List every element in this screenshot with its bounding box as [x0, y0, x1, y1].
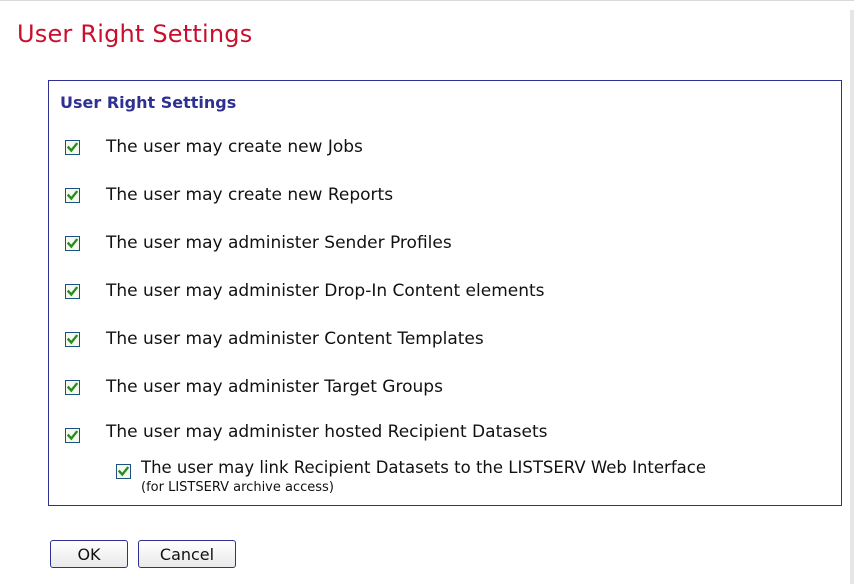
- user-rights-panel: User Right Settings The user may create …: [48, 80, 842, 506]
- option-label: The user may administer Content Template…: [106, 329, 484, 349]
- checkbox-listserv-link[interactable]: [116, 464, 131, 479]
- checkbox-drop-in-content[interactable]: [65, 283, 80, 299]
- checkmark-icon: [67, 237, 78, 248]
- checkbox-recipient-datasets[interactable]: [65, 427, 80, 443]
- checkbox-target-groups[interactable]: [65, 379, 80, 395]
- option-recipient-datasets[interactable]: The user may administer hosted Recipient…: [65, 421, 548, 443]
- option-target-groups[interactable]: The user may administer Target Groups: [65, 376, 443, 398]
- option-label: The user may administer Drop-In Content …: [106, 281, 545, 301]
- option-create-reports[interactable]: The user may create new Reports: [65, 184, 393, 206]
- page-title: User Right Settings: [17, 20, 253, 48]
- checkbox-create-jobs[interactable]: [65, 139, 80, 155]
- checkbox-content-templates[interactable]: [65, 331, 80, 347]
- sub-option-label: The user may link Recipient Datasets to …: [141, 458, 706, 477]
- option-create-jobs[interactable]: The user may create new Jobs: [65, 136, 363, 158]
- checkbox-sender-profiles[interactable]: [65, 235, 80, 251]
- option-label: The user may administer Sender Profiles: [106, 233, 452, 253]
- checkmark-icon: [118, 466, 129, 477]
- checkmark-icon: [67, 333, 78, 344]
- option-content-templates[interactable]: The user may administer Content Template…: [65, 328, 484, 350]
- option-label: The user may create new Reports: [106, 185, 394, 205]
- sub-option-note: (for LISTSERV archive access): [141, 480, 334, 495]
- checkmark-icon: [67, 285, 78, 296]
- option-label: The user may administer hosted Recipient…: [106, 422, 548, 442]
- checkmark-icon: [67, 141, 78, 152]
- checkbox-create-reports[interactable]: [65, 187, 80, 203]
- checkmark-icon: [67, 429, 78, 440]
- checkmark-icon: [67, 189, 78, 200]
- option-label: The user may administer Target Groups: [106, 377, 443, 397]
- option-label: The user may create new Jobs: [106, 137, 363, 157]
- ok-button[interactable]: OK: [50, 540, 128, 568]
- panel-title: User Right Settings: [60, 93, 237, 112]
- cancel-button[interactable]: Cancel: [138, 540, 236, 568]
- option-sender-profiles[interactable]: The user may administer Sender Profiles: [65, 232, 452, 254]
- page-edge: [850, 10, 854, 584]
- option-drop-in-content[interactable]: The user may administer Drop-In Content …: [65, 280, 545, 302]
- checkmark-icon: [67, 381, 78, 392]
